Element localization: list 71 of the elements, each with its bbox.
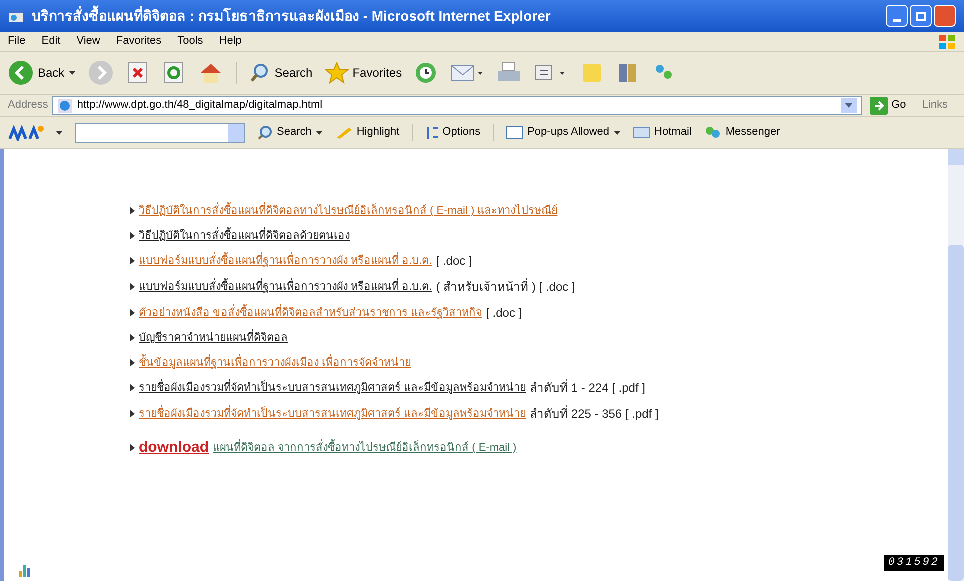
file-note: ลำดับที่ 1 - 224 [ .pdf ]	[530, 379, 646, 397]
options-button[interactable]: Options	[412, 124, 481, 141]
link[interactable]: แผนที่ดิจิตอล จากการสั่งซื้อทางไปรษณีย์อิเล็กทรอนิกส์ ( E-mail )	[213, 440, 517, 456]
link[interactable]: แบบฟอร์มแบบสั่งซื้อแผนที่ฐานเพื่อการวางผัง หรือแผนที่ อ.บ.ต.	[139, 252, 432, 270]
favorites-button[interactable]: Favorites	[324, 62, 402, 84]
hit-counter: 031592	[884, 554, 944, 571]
link[interactable]: รายชื่อผังเมืองรวมที่จัดทำเป็นระบบสารสนเทศภูมิศาสตร์ และมีข้อมูลพร้อมจำหน่าย	[139, 406, 526, 422]
go-button[interactable]: Go	[866, 96, 910, 114]
file-note: ( สำหรับเจ้าหน้าที่ ) [ .doc ]	[436, 278, 576, 296]
link[interactable]: รายชื่อผังเมืองรวมที่จัดทำเป็นระบบสารสนเทศภูมิศาสตร์ และมีข้อมูลพร้อมจำหน่าย	[139, 380, 526, 396]
popups-button[interactable]: Pop-ups Allowed	[492, 124, 621, 141]
bullet-icon	[130, 283, 135, 291]
caret-icon	[316, 130, 323, 134]
menu-item[interactable]: Help	[219, 33, 242, 50]
browser-icon	[8, 8, 24, 24]
star-icon	[324, 62, 349, 84]
envelope-icon	[632, 126, 651, 138]
msn-search-button[interactable]: Search	[257, 124, 323, 141]
bullet-icon	[130, 384, 135, 392]
bullet-icon	[130, 334, 135, 342]
restore-button[interactable]	[910, 5, 932, 27]
caret-icon	[68, 71, 76, 75]
file-note: [ .doc ]	[436, 253, 472, 270]
people-icon	[704, 124, 722, 140]
window-title: บริการสั่งซื้อแผนที่ดิจิตอล : กรมโยธาธิการและผังเมือง - Microsoft Internet Explorer	[32, 6, 552, 26]
msn-logo-icon	[8, 124, 44, 140]
msn-search-field[interactable]	[75, 122, 245, 142]
address-field[interactable]: http://www.dpt.go.th/48_digitalmap/digitalmap.html	[52, 96, 862, 115]
link[interactable]: บัญชีราคาจำหน่ายแผนที่ดิจิตอล	[139, 330, 288, 346]
page-icon	[57, 98, 74, 114]
refresh-icon[interactable]	[162, 61, 186, 85]
download-link[interactable]: download	[139, 437, 209, 460]
links-label[interactable]: Links	[914, 97, 956, 114]
link[interactable]: ชั้นข้อมูลแผนที่ฐานเพื่อการวางผังเมือง เพื่อการจัดจำหน่าย	[139, 354, 412, 371]
minimize-button[interactable]	[886, 5, 908, 27]
link[interactable]: วิธีปฏิบัติในการสั่งซื้อแผนที่ดิจิตอลด้วยตนเอง	[139, 228, 350, 244]
bullet-icon	[130, 257, 135, 265]
history-icon[interactable]	[414, 61, 438, 85]
close-button[interactable]	[934, 5, 956, 27]
bullet-icon	[130, 358, 135, 367]
bullet-icon	[130, 232, 135, 240]
windows-logo-icon	[938, 34, 956, 50]
bullet-icon	[130, 410, 135, 418]
stop-icon[interactable]	[126, 61, 150, 85]
back-button[interactable]: Back	[8, 60, 76, 86]
window-icon	[506, 126, 524, 140]
search-icon	[248, 62, 271, 84]
caret-icon[interactable]	[56, 130, 63, 134]
menu-item[interactable]: View	[76, 33, 100, 50]
hotmail-button[interactable]: Hotmail	[632, 124, 692, 141]
file-note: ลำดับที่ 225 - 356 [ .pdf ]	[530, 405, 659, 423]
bullet-icon	[130, 207, 135, 216]
highlight-button[interactable]: Highlight	[334, 124, 400, 141]
pencil-icon	[334, 126, 353, 140]
menu-item[interactable]: Edit	[42, 33, 61, 50]
link[interactable]: แบบฟอร์มแบบสั่งซื้อแผนที่ฐานเพื่อการวางผัง หรือแผนที่ อ.บ.ต.	[139, 278, 432, 296]
menu-item[interactable]: Tools	[178, 33, 204, 50]
link[interactable]: ตัวอย่างหนังสือ ขอสั่งซื้อแผนที่ดิจิตอลสำหรับส่วนราชการ และรัฐวิสาหกิจ	[139, 304, 482, 322]
search-icon	[257, 124, 273, 140]
bullet-icon	[130, 444, 135, 452]
bullet-icon	[130, 309, 135, 317]
sort-icon	[424, 124, 439, 140]
search-button[interactable]: Search	[236, 62, 313, 84]
address-label: Address	[8, 98, 48, 114]
menu-item[interactable]: Favorites	[116, 33, 162, 50]
url-text: http://www.dpt.go.th/48_digitalmap/digitalmap.html	[77, 98, 324, 114]
menu-item[interactable]: File	[8, 33, 26, 50]
caret-icon	[614, 130, 621, 134]
messenger-button[interactable]: Messenger	[704, 124, 780, 141]
file-note: [ .doc ]	[486, 305, 522, 322]
link[interactable]: วิธีปฏิบัติในการสั่งซื้อแผนที่ดิจิตอลทางไปรษณีย์อิเล็กทรอนิกส์ ( E-mail ) และทางไปรษณีย์	[139, 203, 558, 220]
